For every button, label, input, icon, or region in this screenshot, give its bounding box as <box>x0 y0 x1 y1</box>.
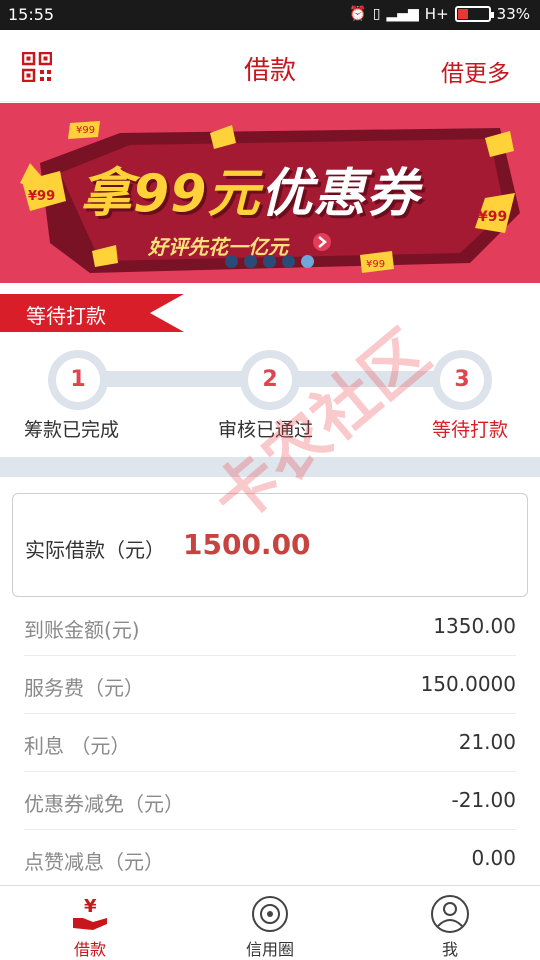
detail-row-interest: 利息 （元） 21.00 <box>24 714 516 772</box>
step-2-circle: 2 <box>240 350 300 410</box>
headline-prefix: 拿 <box>80 164 134 224</box>
detail-label: 利息 （元） <box>24 734 131 758</box>
banner-page-dot[interactable] <box>225 255 238 268</box>
detail-value: 21.00 <box>458 730 516 754</box>
tab-credit-circle-label: 信用圈 <box>245 940 294 959</box>
bottom-tab-bar: ¥ 借款 信用圈 我 <box>0 885 540 960</box>
tab-loan-label: 借款 <box>73 940 106 959</box>
detail-row-received: 到账金额(元) 1350.00 <box>24 598 516 656</box>
actual-loan-value: 1500.00 <box>183 528 311 561</box>
battery-icon <box>454 6 494 22</box>
detail-row-coupon: 优惠券减免（元） -21.00 <box>24 772 516 830</box>
status-bar: 15:55 ⏰ ▯ ▂▄▆ H+ 33% <box>0 0 540 30</box>
coupon-label: ¥99 <box>478 209 507 225</box>
detail-value: 0.00 <box>471 846 516 870</box>
tab-me-label: 我 <box>441 940 458 959</box>
user-icon <box>431 895 469 933</box>
yen-hand-icon: ¥ <box>73 896 107 930</box>
app-header: 借款 借更多 <box>0 30 540 102</box>
detail-label: 点赞减息（元） <box>24 850 164 874</box>
actual-loan-label: 实际借款（元） <box>25 538 165 562</box>
detail-label: 到账金额(元) <box>24 618 140 642</box>
step-1-number: 1 <box>56 358 100 402</box>
credit-circle-icon <box>252 896 288 932</box>
battery-fill <box>457 9 469 19</box>
detail-label: 优惠券减免（元） <box>24 792 184 816</box>
borrow-more-button[interactable]: 借更多 <box>441 54 510 88</box>
vibrate-icon: ▯ <box>372 6 381 22</box>
step-2-number: 2 <box>248 358 292 402</box>
banner-pagination[interactable] <box>225 255 314 268</box>
detail-label: 服务费（元） <box>24 676 144 700</box>
svg-text:¥: ¥ <box>84 896 97 917</box>
tab-me[interactable]: 我 <box>360 886 540 960</box>
step-1-label: 筹款已完成 <box>24 419 120 441</box>
tab-credit-circle[interactable]: 信用圈 <box>180 886 360 960</box>
stage-ribbon <box>0 294 184 332</box>
step-3-number: 3 <box>440 358 484 402</box>
detail-row-service-fee: 服务费（元） 150.0000 <box>24 656 516 714</box>
actual-loan-card: 实际借款（元） 1500.00 <box>12 493 528 597</box>
headline-number: 99元 <box>133 164 261 224</box>
tab-loan[interactable]: ¥ 借款 <box>0 886 180 960</box>
detail-value: 1350.00 <box>433 614 516 638</box>
banner-page-dot[interactable] <box>282 255 295 268</box>
network-type: H+ <box>424 5 449 23</box>
alarm-icon: ⏰ <box>349 6 367 22</box>
step-2-label: 审核已通过 <box>218 419 314 441</box>
banner-page-dot[interactable] <box>301 255 314 268</box>
coupon-label: ¥99 <box>76 125 95 136</box>
status-time: 15:55 <box>8 5 55 24</box>
section-divider <box>0 457 540 477</box>
coupon-label: ¥99 <box>366 259 385 270</box>
status-right: ⏰ ▯ ▂▄▆ H+ 33% <box>349 5 530 23</box>
step-3-label: 等待打款 <box>432 419 509 441</box>
headline-suffix: 优惠券 <box>260 164 420 224</box>
detail-row-like-discount: 点赞减息（元） 0.00 <box>24 830 516 888</box>
step-3-circle: 3 <box>432 350 492 410</box>
detail-value: -21.00 <box>451 788 516 812</box>
signal-icon: ▂▄▆ <box>386 6 419 22</box>
detail-value: 150.0000 <box>420 672 516 696</box>
banner-page-dot[interactable] <box>244 255 257 268</box>
coupon-label: ¥99 <box>28 189 55 204</box>
battery-percent: 33% <box>496 5 530 23</box>
step-1-circle: 1 <box>48 350 108 410</box>
banner-page-dot[interactable] <box>263 255 276 268</box>
banner-headline: 拿99元优惠券 <box>80 151 419 226</box>
